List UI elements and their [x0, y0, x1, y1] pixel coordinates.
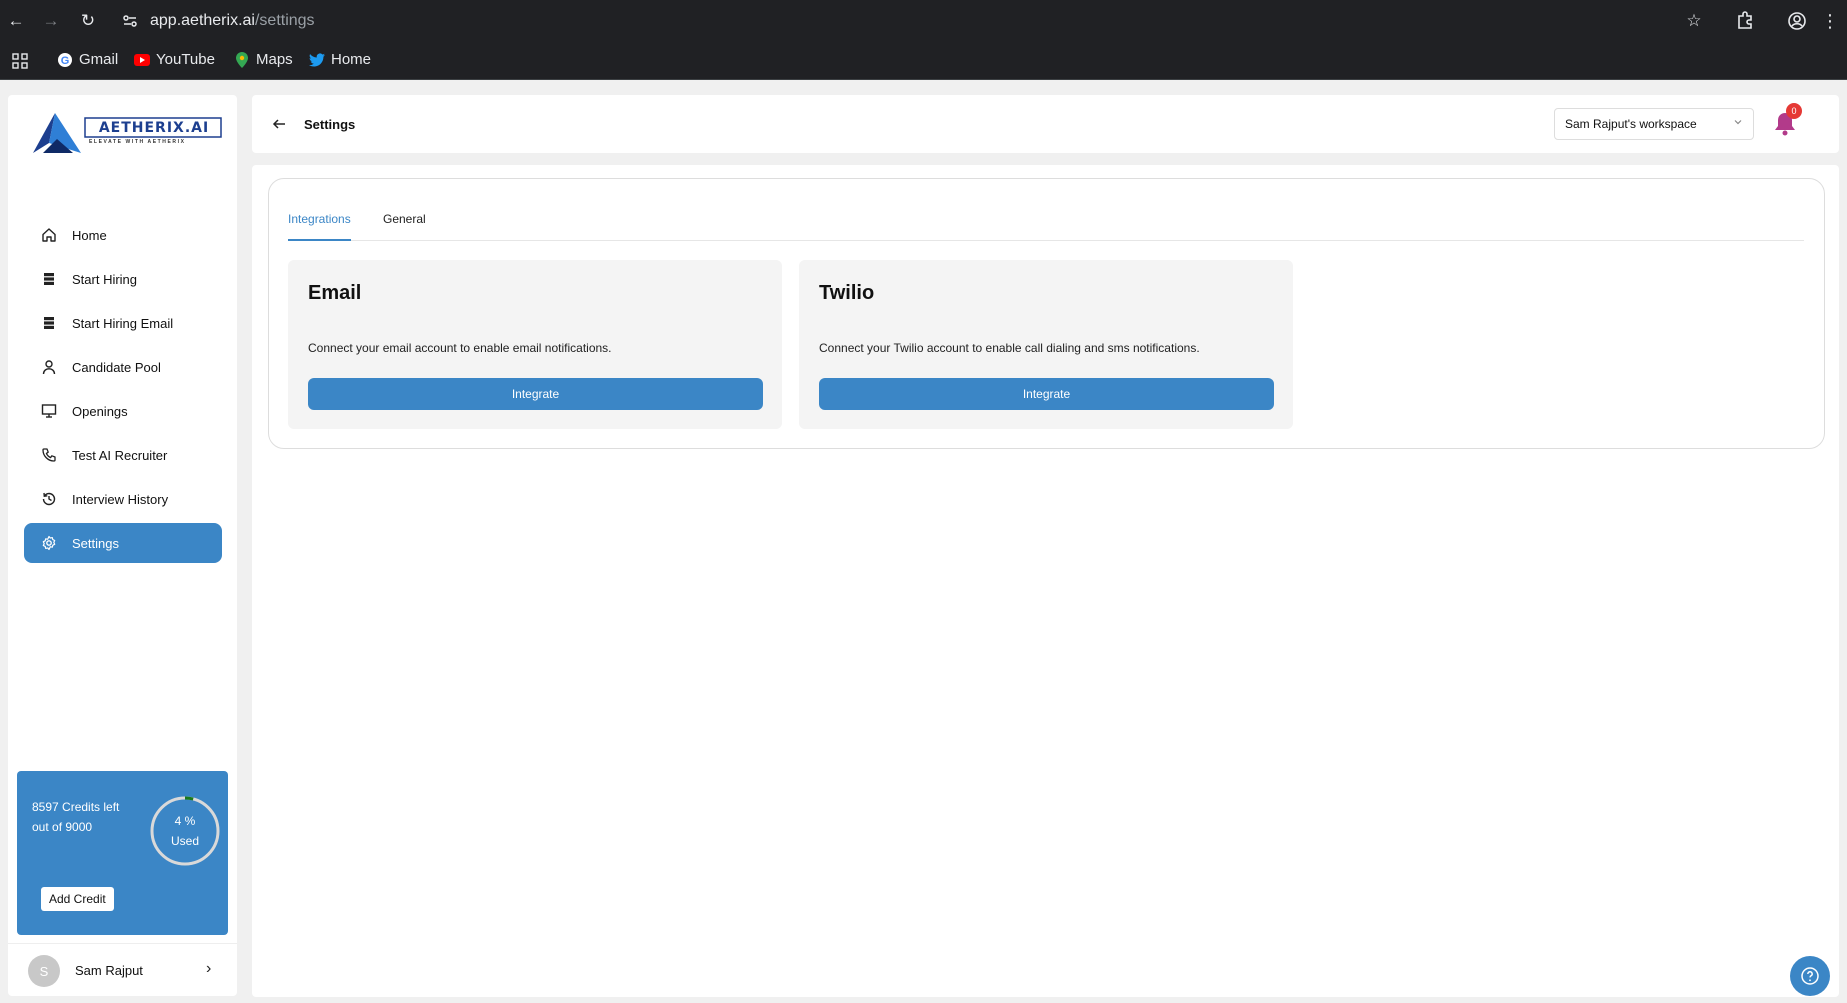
bookmarks-bar: G Gmail YouTube Maps Home — [0, 42, 1847, 80]
avatar: S — [28, 955, 60, 987]
phone-icon — [40, 446, 58, 464]
logo-text: AETHERIX.AI — [98, 119, 210, 136]
site-info-icon[interactable] — [122, 13, 138, 29]
help-button[interactable] — [1790, 956, 1830, 996]
credits-left: 8597 Credits left — [32, 800, 120, 814]
sidebar-item-home[interactable]: Home — [24, 215, 222, 255]
sidebar-item-label: Start Hiring — [72, 271, 138, 287]
sidebar-item-label: Openings — [72, 403, 128, 419]
card-description: Connect your Twilio account to enable ca… — [819, 341, 1200, 355]
sidebar-item-interview-history[interactable]: Interview History — [24, 479, 222, 519]
bookmark-gmail[interactable]: G Gmail — [57, 51, 118, 68]
email-integrate-button[interactable]: Integrate — [308, 378, 763, 410]
credits-text: 8597 Credits left out of 9000 — [32, 797, 132, 837]
sidebar-item-label: Test AI Recruiter — [72, 447, 168, 463]
youtube-icon — [134, 52, 150, 68]
user-profile-row[interactable]: S Sam Rajput › — [8, 943, 237, 996]
bookmark-label: Gmail — [79, 51, 119, 68]
usage-used: Used — [170, 834, 199, 848]
sidebar-item-openings[interactable]: Openings — [24, 391, 222, 431]
sidebar-item-start-hiring[interactable]: Start Hiring — [24, 259, 222, 299]
page-header: Settings Sam Rajput's workspace 0 — [252, 95, 1839, 153]
user-icon — [40, 358, 58, 376]
main-content: Integrations General Email Connect your … — [252, 165, 1839, 997]
logo-tagline: ELEVATE WITH AETHERIX — [89, 139, 186, 145]
list-icon — [40, 270, 58, 288]
add-credit-button[interactable]: Add Credit — [41, 887, 114, 911]
usage-label: 4 % Used — [150, 811, 220, 851]
bookmark-maps[interactable]: Maps — [234, 51, 293, 68]
apps-grid-icon[interactable] — [12, 53, 28, 69]
sidebar-item-test-ai-recruiter[interactable]: Test AI Recruiter — [24, 435, 222, 475]
email-integration-card: Email Connect your email account to enab… — [288, 260, 782, 429]
gear-icon — [40, 534, 58, 552]
aetherix-logo[interactable]: AETHERIX.AI ELEVATE WITH AETHERIX — [33, 113, 223, 157]
page-title: Settings — [304, 117, 356, 132]
workspace-label: Sam Rajput's workspace — [1565, 117, 1697, 131]
twitter-icon — [309, 52, 325, 68]
tab-integrations[interactable]: Integrations — [288, 200, 351, 241]
back-arrow-icon[interactable] — [270, 115, 288, 133]
notification-badge: 0 — [1786, 103, 1802, 119]
bookmark-youtube[interactable]: YouTube — [134, 51, 215, 68]
sidebar-item-label: Candidate Pool — [72, 359, 161, 375]
twilio-integrate-button[interactable]: Integrate — [819, 378, 1274, 410]
history-icon — [40, 490, 58, 508]
sidebar-item-candidate-pool[interactable]: Candidate Pool — [24, 347, 222, 387]
forward-icon[interactable]: → — [39, 9, 63, 33]
workspace-select[interactable]: Sam Rajput's workspace — [1554, 108, 1754, 140]
list-icon — [40, 314, 58, 332]
svg-text:G: G — [61, 55, 70, 67]
menu-icon[interactable]: ⋮ — [1818, 9, 1842, 33]
sidebar-item-label: Interview History — [72, 491, 169, 507]
credits-card: 8597 Credits left out of 9000 4 % Used A… — [17, 771, 228, 935]
url-host: app.aetherix.ai — [150, 12, 255, 29]
bookmark-label: YouTube — [156, 51, 215, 68]
sidebar-item-label: Start Hiring Email — [72, 315, 174, 331]
card-title: Email — [308, 282, 362, 304]
credits-total: out of 9000 — [32, 820, 93, 834]
extensions-icon[interactable] — [1733, 9, 1757, 33]
monitor-icon — [40, 402, 58, 420]
settings-panel: Integrations General Email Connect your … — [268, 178, 1825, 449]
address-bar[interactable]: app.aetherix.ai/settings — [118, 6, 315, 36]
user-name: Sam Rajput — [75, 963, 143, 978]
url-path: /settings — [254, 12, 315, 29]
profile-icon[interactable] — [1785, 9, 1809, 33]
star-icon[interactable]: ☆ — [1682, 9, 1706, 33]
back-icon[interactable]: ← — [4, 9, 28, 33]
chevron-right-icon: › — [206, 960, 212, 977]
google-icon: G — [57, 52, 73, 68]
chevron-down-icon — [1734, 120, 1742, 125]
help-icon — [1801, 967, 1819, 985]
card-title: Twilio — [819, 282, 875, 304]
sidebar-item-label: Settings — [72, 535, 119, 551]
tab-general[interactable]: General — [383, 200, 426, 241]
sidebar-item-label: Home — [72, 227, 107, 243]
card-description: Connect your email account to enable ema… — [308, 341, 612, 355]
sidebar-item-start-hiring-email[interactable]: Start Hiring Email — [24, 303, 222, 343]
twilio-integration-card: Twilio Connect your Twilio account to en… — [799, 260, 1293, 429]
maps-icon — [234, 51, 250, 68]
usage-percent: 4 % — [174, 814, 196, 828]
settings-tabs: Integrations General — [288, 200, 1804, 241]
sidebar-item-settings[interactable]: Settings — [24, 523, 222, 563]
reload-icon[interactable]: ↻ — [76, 9, 100, 33]
sidebar-nav: Home Start Hiring Start Hiring Email Can… — [24, 215, 222, 567]
sidebar: AETHERIX.AI ELEVATE WITH AETHERIX Home S… — [8, 95, 237, 996]
browser-toolbar: ← → ↻ app.aetherix.ai/settings ☆ ⋮ — [0, 0, 1847, 42]
home-icon — [40, 226, 58, 244]
bookmark-label: Home — [331, 51, 372, 68]
bookmark-label: Maps — [256, 51, 293, 68]
bookmark-home[interactable]: Home — [309, 51, 371, 68]
